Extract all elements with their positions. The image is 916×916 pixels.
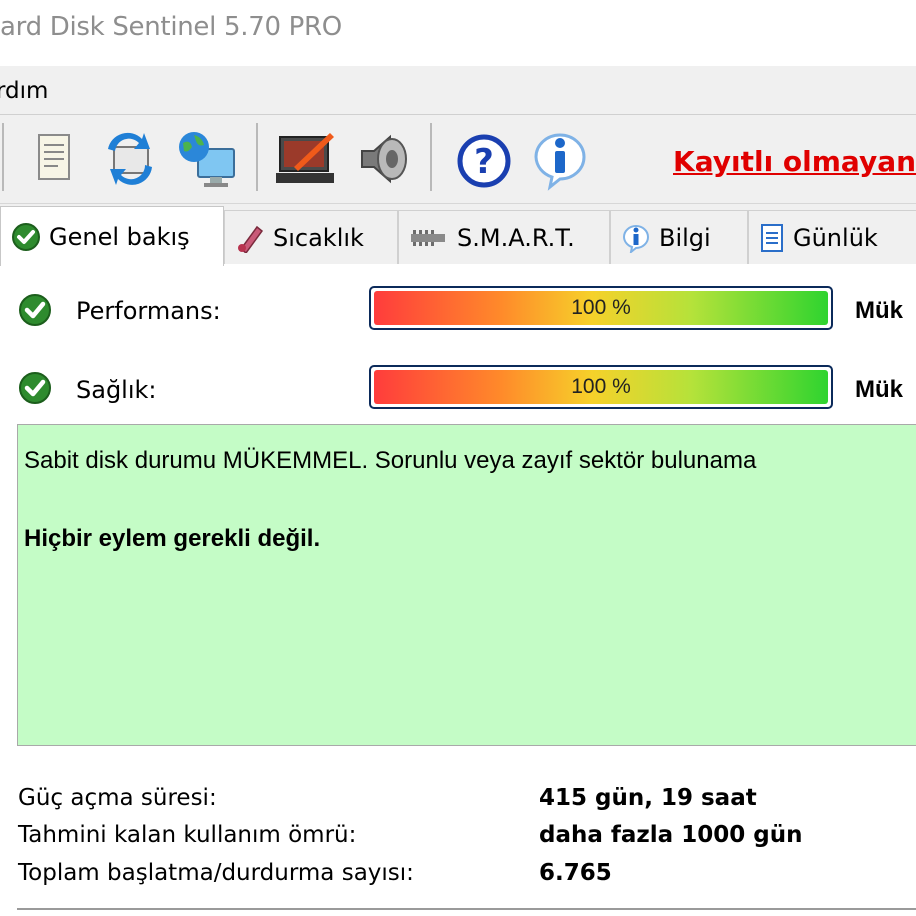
info-button[interactable]: [528, 127, 592, 191]
health-value: 100 %: [571, 375, 631, 398]
tab-label: Genel bakış: [49, 222, 190, 251]
lifetime-value: daha fazla 1000 gün: [539, 822, 803, 848]
tab-smart[interactable]: S.M.A.R.T.: [398, 210, 610, 264]
menu-bar: rdım: [0, 66, 916, 115]
sound-icon: [361, 134, 407, 184]
status-action: Hiçbir eylem gerekli değil.: [24, 525, 321, 552]
ok-check-icon: [12, 222, 40, 251]
registration-link[interactable]: Kayıtlı olmayan: [673, 145, 916, 178]
window-title: ard Disk Sentinel 5.70 PRO: [0, 12, 342, 42]
status-message-panel: Sabit disk durumu MÜKEMMEL. Sorunlu veya…: [17, 424, 916, 746]
disk-test-icon: [276, 133, 334, 183]
tab-overview[interactable]: Genel bakış: [0, 206, 224, 266]
ok-check-icon: [19, 294, 51, 326]
network-button[interactable]: [174, 127, 238, 191]
tab-label: Günlük: [793, 223, 878, 252]
ok-check-icon: [19, 372, 51, 404]
tab-label: Bilgi: [659, 223, 711, 252]
sound-button[interactable]: [352, 127, 416, 191]
start-stop-value: 6.765: [539, 860, 612, 886]
tab-temperature[interactable]: Sıcaklık: [224, 210, 398, 264]
tab-bar: Genel bakış Sıcaklık S.M.A.R.T. Bilgi Gü…: [0, 204, 916, 266]
smart-icon: [411, 229, 445, 246]
tab-label: Sıcaklık: [273, 223, 364, 252]
report-button[interactable]: [22, 127, 86, 191]
info-icon: [622, 224, 649, 253]
refresh-icon: [108, 132, 152, 185]
log-icon: [761, 223, 783, 252]
power-on-value: 415 gün, 19 saat: [539, 785, 757, 811]
tab-log[interactable]: Günlük: [748, 210, 916, 264]
report-icon: [38, 134, 70, 180]
toolbar-separator: [430, 123, 432, 191]
lifetime-label: Tahmini kalan kullanım ömrü:: [18, 822, 357, 848]
info-icon: [534, 133, 586, 191]
tab-label: S.M.A.R.T.: [457, 223, 575, 252]
network-icon: [179, 132, 235, 187]
menu-help[interactable]: rdım: [0, 78, 48, 104]
help-button[interactable]: ?: [452, 127, 516, 191]
refresh-button[interactable]: [98, 127, 162, 191]
overview-panel: Performans: 100 % Mük Sağlık: 100 % Mük …: [0, 264, 916, 916]
performance-bar: 100 %: [369, 286, 833, 330]
power-on-label: Güç açma süresi:: [18, 785, 217, 811]
status-message: Sabit disk durumu MÜKEMMEL. Sorunlu veya…: [24, 447, 757, 474]
disk-test-button[interactable]: [274, 127, 338, 191]
toolbar: ? Kayıtlı olmayan: [0, 115, 916, 204]
health-bar: 100 %: [369, 365, 833, 409]
performance-label: Performans:: [76, 297, 221, 325]
divider: [17, 908, 916, 910]
start-stop-label: Toplam başlatma/durdurma sayısı:: [18, 860, 414, 886]
toolbar-separator: [256, 123, 258, 191]
svg-text:?: ?: [474, 142, 494, 182]
toolbar-separator: [2, 123, 4, 191]
title-bar: ard Disk Sentinel 5.70 PRO: [0, 0, 916, 64]
performance-rating: Mük: [855, 297, 903, 324]
health-label: Sağlık:: [76, 376, 157, 404]
help-icon: ?: [457, 134, 511, 188]
health-rating: Mük: [855, 376, 903, 403]
tab-info[interactable]: Bilgi: [610, 210, 748, 264]
thermometer-icon: [238, 225, 264, 253]
performance-value: 100 %: [571, 296, 631, 319]
